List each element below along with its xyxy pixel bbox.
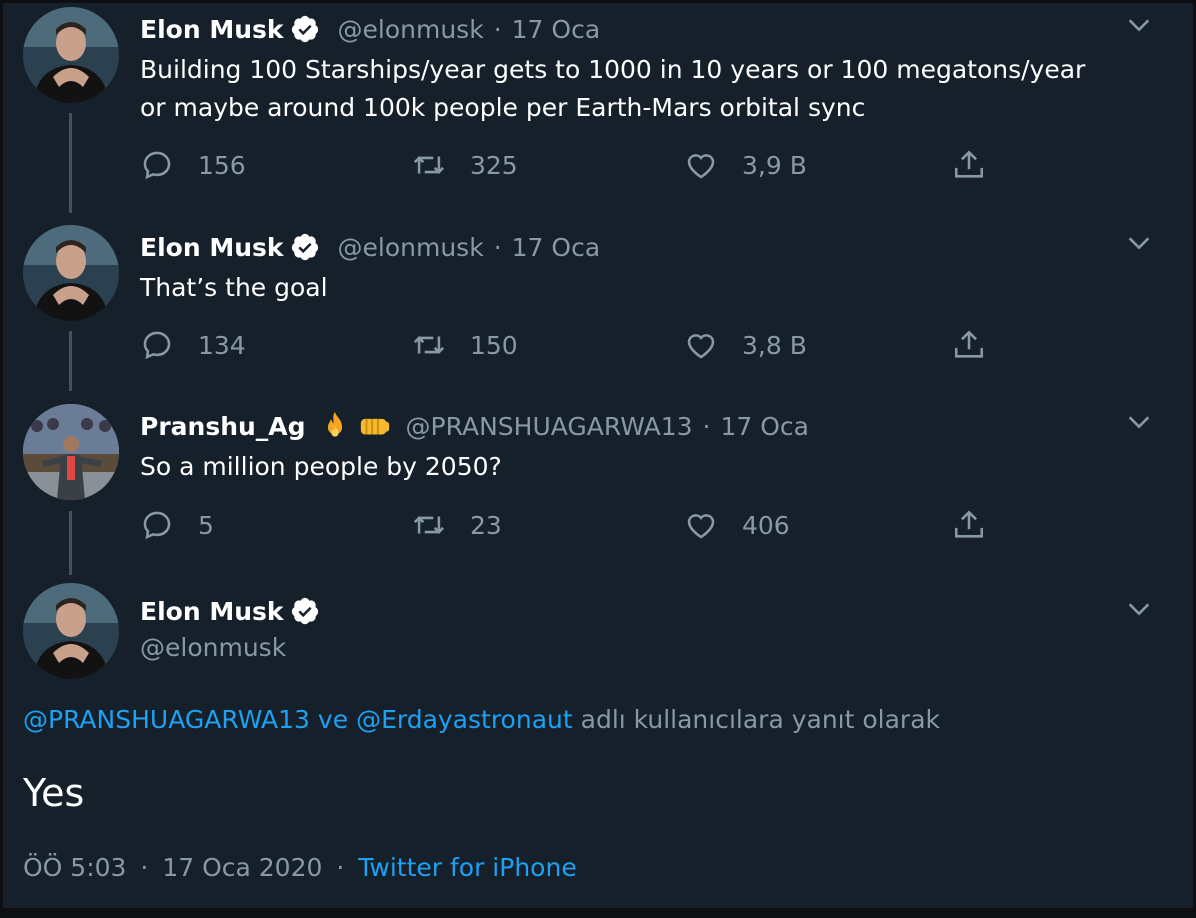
reply-button[interactable]: 5 <box>140 505 214 545</box>
tweet-text-line: That’s the goal <box>140 273 328 302</box>
tweet-date[interactable]: 17 Oca <box>512 233 601 262</box>
separator: · <box>493 14 502 44</box>
avatar[interactable] <box>23 7 119 103</box>
tweet-text: That’s the goal <box>140 269 1170 307</box>
mention-link[interactable]: @Erdayastronaut <box>356 705 573 734</box>
tweet-actions: 134 150 3,8 B <box>140 325 1000 365</box>
reply-count: 134 <box>198 330 246 360</box>
author-name[interactable]: Pranshu_Ag <box>140 412 306 441</box>
avatar[interactable] <box>23 404 119 500</box>
verified-badge-icon <box>291 15 318 43</box>
retweet-count: 150 <box>470 330 518 360</box>
author-handle[interactable]: @elonmusk <box>140 633 286 662</box>
retweet-count: 23 <box>470 510 502 540</box>
share-button[interactable] <box>952 325 1010 365</box>
chevron-down-icon[interactable] <box>1125 229 1153 257</box>
tweet-full-date[interactable]: 17 Oca 2020 <box>162 853 322 882</box>
reply-icon <box>143 331 171 360</box>
tweet-time[interactable]: ÖÖ 5:03 <box>23 853 126 882</box>
retweet-icon <box>413 156 445 174</box>
retweet-button[interactable]: 150 <box>412 325 518 365</box>
author-name[interactable]: Elon Musk <box>140 597 284 626</box>
reply-context: @PRANSHUAGARWA13 ve @Erdayastronaut adlı… <box>23 705 940 734</box>
reply-button[interactable]: 156 <box>140 145 246 185</box>
author-name[interactable]: Elon Musk <box>140 15 284 44</box>
avatar[interactable] <box>23 225 119 321</box>
chevron-down-icon[interactable] <box>1125 11 1153 39</box>
avatar[interactable] <box>23 583 119 679</box>
reply-context-suffix: adlı kullanıcılara yanıt olarak <box>580 705 940 734</box>
separator: · <box>336 853 345 882</box>
retweet-icon <box>413 516 445 534</box>
like-button[interactable]: 3,9 B <box>684 145 807 185</box>
tweet-text-line: So a million people by 2050? <box>140 452 502 481</box>
share-icon <box>954 510 984 538</box>
tweet[interactable]: Pranshu_Ag @PRANSHUAGARWA13 · 17 Oca So … <box>3 400 1193 575</box>
separator: · <box>493 232 502 262</box>
share-button[interactable] <box>952 505 1010 545</box>
retweet-button[interactable]: 325 <box>412 145 518 185</box>
tweet-meta: ÖÖ 5:03 · 17 Oca 2020 · Twitter for iPho… <box>23 853 577 882</box>
tweet-header: Elon Musk <box>140 591 338 631</box>
tweet[interactable]: Elon Musk @elonmusk · 17 Oca Building 10… <box>3 3 1193 218</box>
tweet-thread: Elon Musk @elonmusk · 17 Oca Building 10… <box>3 3 1193 908</box>
retweet-button[interactable]: 23 <box>412 505 502 545</box>
share-icon <box>954 150 984 178</box>
chevron-down-icon[interactable] <box>1125 408 1153 436</box>
fist-emoji <box>360 418 389 435</box>
tweet-text: So a million people by 2050? <box>140 448 1170 486</box>
separator: · <box>140 853 149 882</box>
verified-badge-icon <box>291 233 318 261</box>
share-icon <box>954 330 984 358</box>
heart-icon <box>687 154 715 179</box>
author-handle[interactable]: @elonmusk <box>338 15 484 44</box>
chevron-down-icon[interactable] <box>1125 595 1153 623</box>
main-tweet-text: Yes <box>23 771 85 815</box>
reply-count: 5 <box>198 510 214 540</box>
author-handle[interactable]: @elonmusk <box>338 233 484 262</box>
like-count: 3,8 B <box>742 330 807 360</box>
mention-link[interactable]: @PRANSHUAGARWA13 <box>23 705 310 734</box>
tweet-actions: 156 325 3,9 B <box>140 145 1000 185</box>
tweet-text-line: Building 100 Starships/year gets to 1000… <box>140 55 1086 84</box>
reply-icon <box>143 151 171 180</box>
like-button[interactable]: 406 <box>684 505 790 545</box>
author-handle[interactable]: @PRANSHUAGARWA13 <box>406 412 693 441</box>
tweet-header: Pranshu_Ag @PRANSHUAGARWA13 · 17 Oca <box>140 406 809 446</box>
tweet-header: Elon Musk @elonmusk · 17 Oca <box>140 227 600 267</box>
share-button[interactable] <box>952 145 1010 185</box>
verified-badge-icon <box>291 597 318 625</box>
separator: · <box>702 411 711 441</box>
tweet-source-link[interactable]: Twitter for iPhone <box>358 853 576 882</box>
tweet-header: Elon Musk @elonmusk · 17 Oca <box>140 9 600 49</box>
heart-icon <box>687 334 715 359</box>
author-name[interactable]: Elon Musk <box>140 233 284 262</box>
like-button[interactable]: 3,8 B <box>684 325 807 365</box>
tweet[interactable]: Elon Musk @elonmusk · 17 Oca That’s the … <box>3 221 1193 393</box>
like-count: 3,9 B <box>742 150 807 180</box>
reply-context-and: ve <box>317 705 349 734</box>
reply-icon <box>143 511 171 540</box>
tweet-date[interactable]: 17 Oca <box>512 15 601 44</box>
retweet-icon <box>413 336 445 354</box>
reply-count: 156 <box>198 150 246 180</box>
tweet-text: Building 100 Starships/year gets to 1000… <box>140 51 1170 127</box>
retweet-count: 325 <box>470 150 518 180</box>
reply-button[interactable]: 134 <box>140 325 246 365</box>
like-count: 406 <box>742 510 790 540</box>
tweet-actions: 5 23 406 <box>140 505 1000 545</box>
tweet-text-line: or maybe around 100k people per Earth-Ma… <box>140 93 866 122</box>
heart-icon <box>687 514 715 539</box>
main-tweet[interactable]: Elon Musk @elonmusk @PRANSHUAGARWA13 ve … <box>3 581 1193 908</box>
fire-emoji <box>327 411 342 437</box>
tweet-date[interactable]: 17 Oca <box>720 412 809 441</box>
